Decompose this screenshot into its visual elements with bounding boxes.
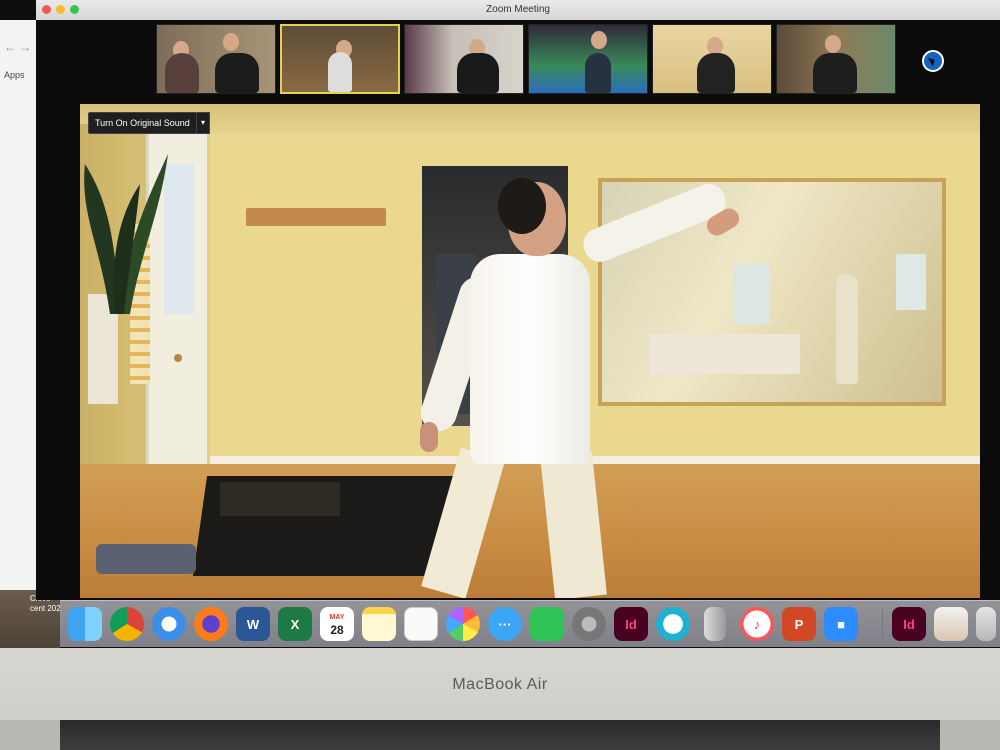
window-title: Zoom Meeting — [486, 4, 550, 15]
coat-rack-image — [246, 208, 386, 226]
chevron-down-icon[interactable]: ▾ — [196, 112, 210, 134]
background-browser: ← → Apps Pa — [0, 20, 36, 599]
preview-icon[interactable] — [704, 607, 726, 641]
photos-icon[interactable] — [446, 607, 480, 641]
participant-thumbnail[interactable] — [156, 24, 276, 94]
plant-image — [84, 154, 168, 314]
messages-icon[interactable]: ··· — [488, 607, 522, 641]
firefox-icon[interactable] — [194, 607, 228, 641]
laptop-hinge — [60, 720, 940, 750]
zoom-meeting-window: Turn On Original Sound ▾ — [36, 20, 1000, 600]
main-speaker-video — [80, 104, 980, 598]
itunes-icon[interactable]: ♪ — [740, 607, 774, 641]
indesign-icon[interactable]: Id — [614, 607, 648, 641]
word-icon[interactable]: W — [236, 607, 270, 641]
participant-strip — [156, 24, 906, 96]
powerpoint-icon[interactable]: P — [782, 607, 816, 641]
participant-thumbnail[interactable] — [528, 24, 648, 94]
safari-icon[interactable] — [152, 607, 186, 641]
dock-separator — [882, 609, 883, 639]
window-titlebar: Zoom Meeting — [36, 0, 1000, 20]
original-sound-button[interactable]: Turn On Original Sound — [88, 112, 197, 134]
photo-thumbnail-icon[interactable] — [934, 607, 968, 641]
chrome-icon[interactable] — [110, 607, 144, 641]
apps-bookmark[interactable]: Apps — [4, 70, 25, 80]
finder-icon[interactable] — [68, 607, 102, 641]
trash-icon[interactable] — [976, 607, 996, 641]
webex-icon[interactable] — [656, 607, 690, 641]
notes-icon[interactable] — [362, 607, 396, 641]
facetime-icon[interactable] — [530, 607, 564, 641]
participant-thumbnail[interactable] — [776, 24, 896, 94]
brand-label: MacBook Air — [452, 676, 548, 693]
excel-icon[interactable]: X — [278, 607, 312, 641]
back-forward-icon[interactable]: ← → — [4, 40, 31, 54]
participant-thumbnail-active[interactable] — [280, 24, 400, 94]
calendar-icon[interactable]: MAY 28 — [320, 607, 354, 641]
screen: ← → Apps Pa Cleve cent 202 Zoom Meeting — [0, 0, 1000, 648]
indesign-icon-2[interactable]: Id — [892, 607, 926, 641]
participant-thumbnail[interactable] — [652, 24, 772, 94]
participant-thumbnail[interactable] — [404, 24, 524, 94]
dock: W X MAY 28 ··· Id ♪ P ■ Id — [60, 600, 1000, 647]
zoom-icon[interactable]: ■ — [824, 607, 858, 641]
reminders-icon[interactable] — [404, 607, 438, 641]
system-preferences-icon[interactable] — [572, 607, 606, 641]
cursor-icon — [922, 50, 944, 72]
